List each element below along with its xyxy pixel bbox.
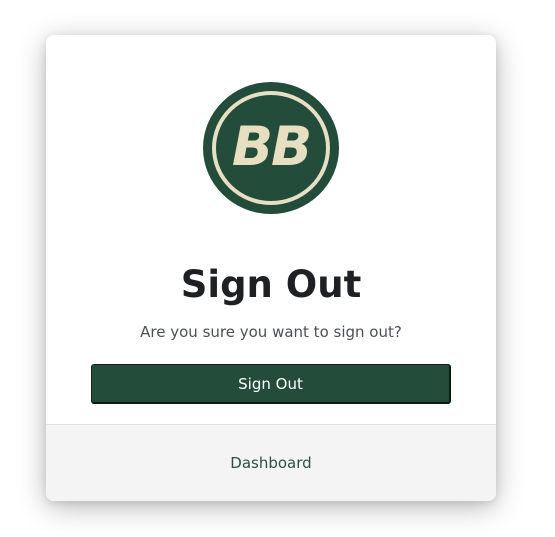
brand-logo: BB: [203, 82, 339, 214]
confirmation-message: Are you sure you want to sign out?: [140, 323, 402, 341]
page-title: Sign Out: [180, 263, 362, 306]
card-footer: Dashboard: [46, 424, 496, 501]
dashboard-link[interactable]: Dashboard: [230, 454, 311, 472]
sign-out-button[interactable]: Sign Out: [91, 364, 451, 404]
card-body: BB Sign Out Are you sure you want to sig…: [46, 35, 496, 424]
page-background: BB Sign Out Are you sure you want to sig…: [0, 0, 555, 537]
logo-ring: BB: [212, 91, 330, 205]
sign-out-card: BB Sign Out Are you sure you want to sig…: [46, 35, 496, 501]
logo-text: BB: [231, 115, 312, 178]
